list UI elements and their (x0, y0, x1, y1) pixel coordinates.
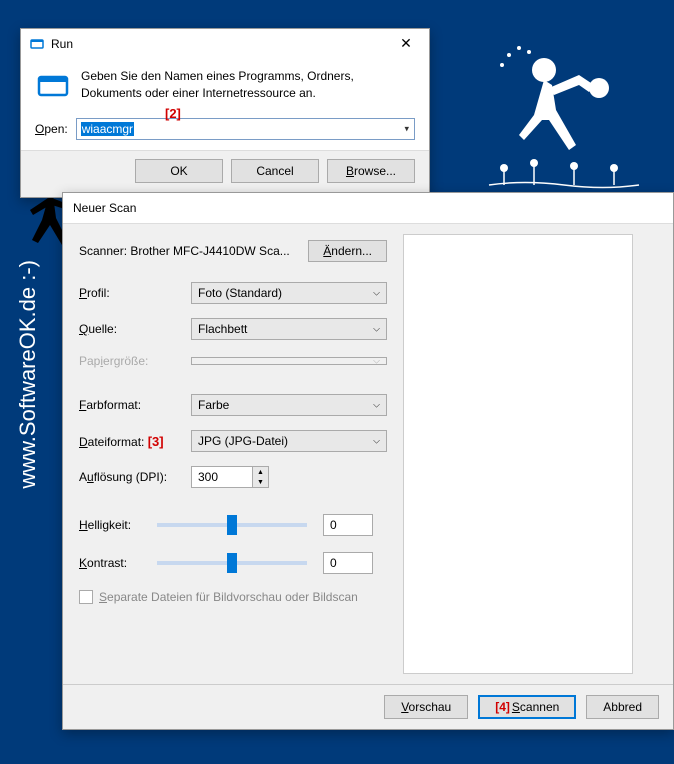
resolution-label: Auflösung (DPI): (79, 470, 183, 484)
profile-label: Profil: (79, 286, 183, 300)
resolution-input[interactable]: 300 ▲▼ (191, 466, 269, 488)
fileformat-dropdown[interactable]: JPG (JPG-Datei) ⌵ (191, 430, 387, 452)
chevron-down-icon[interactable]: ▾ (404, 124, 409, 135)
scan-title: Neuer Scan (63, 193, 673, 224)
annotation-4: [4] (495, 700, 510, 714)
brightness-slider[interactable] (157, 523, 307, 527)
contrast-label: Kontrast: (79, 556, 149, 570)
colorformat-dropdown[interactable]: Farbe ⌵ (191, 394, 387, 416)
slider-thumb[interactable] (227, 553, 237, 573)
chevron-down-icon: ⌵ (373, 436, 380, 447)
scan-cancel-button[interactable]: Abbred (586, 695, 659, 719)
ok-button[interactable]: OK (135, 159, 223, 183)
chevron-down-icon: ⌵ (373, 400, 380, 411)
separate-files-label: Separate Dateien für Bildvorschau oder B… (99, 590, 358, 604)
run-description: Geben Sie den Namen eines Programms, Ord… (81, 68, 415, 104)
scan-preview-area (403, 234, 633, 674)
papersize-dropdown: ⌵ (191, 357, 387, 365)
chevron-down-icon: ⌵ (373, 356, 380, 367)
contrast-slider[interactable] (157, 561, 307, 565)
chevron-down-icon: ⌵ (373, 324, 380, 335)
fileformat-label: Dateiformat: [3] (79, 434, 183, 449)
spin-up-icon[interactable]: ▲ (253, 467, 268, 477)
run-icon-small (29, 36, 45, 52)
slider-thumb[interactable] (227, 515, 237, 535)
annotation-3: [3] (148, 434, 164, 449)
close-button[interactable]: ✕ (391, 35, 421, 52)
cancel-button[interactable]: Cancel (231, 159, 319, 183)
run-dialog: Run ✕ Geben Sie den Namen eines Programm… (20, 28, 430, 198)
colorformat-label: Farbformat: (79, 398, 183, 412)
source-dropdown[interactable]: Flachbett ⌵ (191, 318, 387, 340)
annotation-2: [2] (165, 106, 181, 121)
change-scanner-button[interactable]: Ändern... (308, 240, 387, 262)
run-title: Run (51, 37, 391, 51)
scanner-label: Scanner: Brother MFC-J4410DW Sca... (79, 244, 300, 258)
run-titlebar: Run ✕ (21, 29, 429, 58)
browse-button[interactable]: Browse... (327, 159, 415, 183)
scan-dialog: Neuer Scan Scanner: Brother MFC-J4410DW … (62, 192, 674, 730)
source-label: Quelle: (79, 322, 183, 336)
papersize-label: Papiergröße: (79, 354, 183, 368)
decoration-flowers (484, 150, 644, 198)
brightness-value[interactable]: 0 (323, 514, 373, 536)
run-icon-large (35, 68, 71, 104)
preview-button[interactable]: Vorschau (384, 695, 468, 719)
contrast-value[interactable]: 0 (323, 552, 373, 574)
chevron-down-icon: ⌵ (373, 288, 380, 299)
scan-button[interactable]: [4]Scannen (478, 695, 576, 719)
watermark-left: www.SoftwareOK.de :-) (15, 260, 41, 489)
profile-dropdown[interactable]: Foto (Standard) ⌵ (191, 282, 387, 304)
open-label: Open: (35, 122, 68, 136)
separate-files-checkbox (79, 590, 93, 604)
spin-down-icon[interactable]: ▼ (253, 477, 268, 487)
open-input[interactable]: wiaacmgr▾ (76, 118, 415, 140)
brightness-label: Helligkeit: (79, 518, 149, 532)
